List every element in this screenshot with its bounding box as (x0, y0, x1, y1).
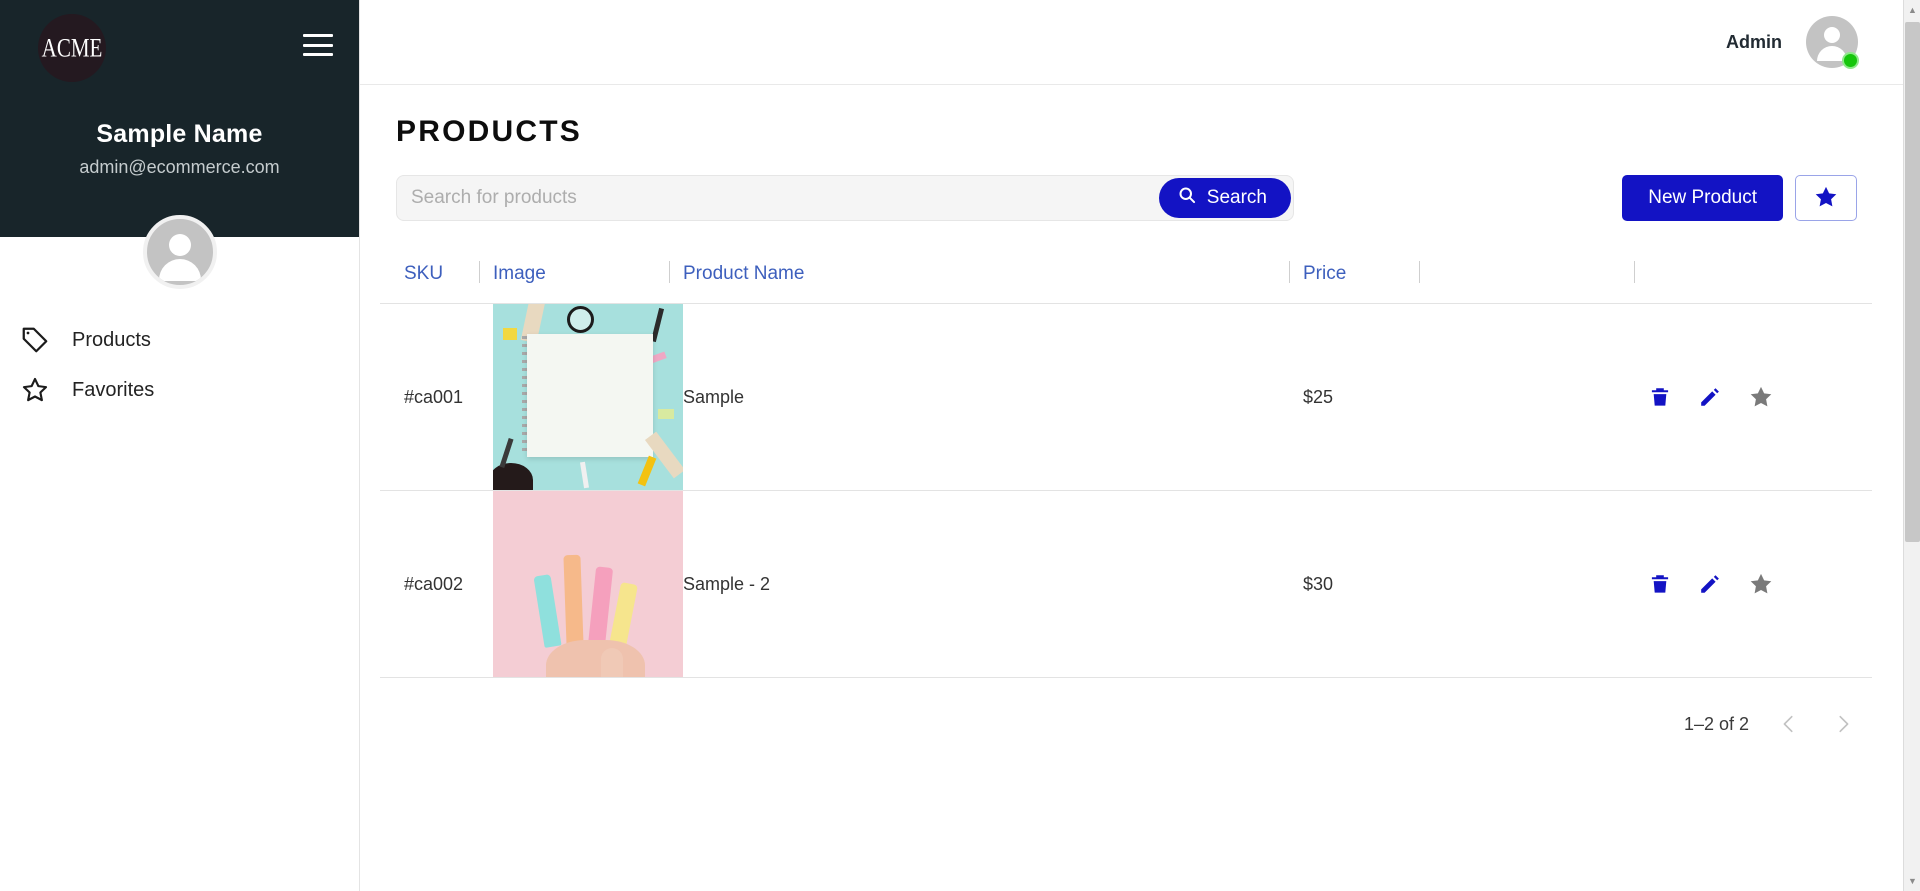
scroll-down-arrow-icon[interactable]: ▼ (1904, 871, 1920, 891)
app-root: ACME Sample Name admin@ecommerce.com Pro… (0, 0, 1920, 891)
acme-logo[interactable]: ACME (38, 14, 106, 82)
edit-icon[interactable] (1698, 572, 1722, 596)
column-header-blank-2 (1634, 251, 1872, 304)
column-header-price[interactable]: Price (1289, 251, 1433, 304)
products-table: SKU Image Product Name Price #ca001 Samp… (380, 251, 1872, 678)
avatar-head-shape (168, 234, 191, 256)
search-button[interactable]: Search (1158, 178, 1291, 218)
avatar-body-shape (158, 259, 201, 281)
content: PRODUCTS Search New (360, 85, 1920, 738)
toolbar: Search New Product (396, 175, 1872, 221)
avatar-head-shape (1824, 27, 1840, 43)
avatar[interactable] (1806, 16, 1859, 69)
sidebar-avatar[interactable] (142, 215, 217, 289)
star-outline-icon (18, 373, 52, 407)
table-row[interactable]: #ca002 Sample - 2 $30 (380, 490, 1872, 678)
toolbar-actions: New Product (1622, 175, 1857, 221)
chevron-left-icon[interactable] (1775, 710, 1803, 738)
column-header-image[interactable]: Image (479, 251, 683, 304)
table-header: SKU Image Product Name Price (380, 251, 1872, 304)
favorite-icon[interactable] (1748, 384, 1774, 410)
pagination-range-label: 1–2 of 2 (1683, 713, 1749, 734)
table-header-row: SKU Image Product Name Price (380, 251, 1872, 304)
page-scrollbar[interactable]: ▲ ▼ (1903, 0, 1920, 891)
column-header-sku[interactable]: SKU (380, 251, 493, 304)
sidebar-item-favorites[interactable]: Favorites (0, 365, 359, 415)
favorites-filter-button[interactable] (1795, 175, 1857, 221)
edit-icon[interactable] (1698, 385, 1722, 409)
column-header-product-name[interactable]: Product Name (669, 251, 1303, 304)
cell-price: $30 (1303, 490, 1433, 678)
cell-product-name: Sample - 2 (683, 490, 1303, 678)
cell-actions (1648, 490, 1872, 678)
sidebar-user-name: Sample Name (96, 120, 263, 148)
column-header-blank-1 (1419, 251, 1648, 304)
topbar: Admin (360, 0, 1920, 85)
row-action-group (1648, 384, 1872, 410)
chevron-right-icon[interactable] (1829, 710, 1857, 738)
favorite-icon[interactable] (1748, 571, 1774, 597)
main-area: Admin PRODUCTS Search for products Searc… (360, 0, 1920, 891)
cell-price: $25 (1303, 303, 1433, 491)
delete-icon[interactable] (1648, 385, 1672, 409)
cell-sku: #ca001 (380, 303, 493, 491)
admin-label: Admin (1726, 31, 1782, 52)
sidebar-item-products[interactable]: Products (0, 315, 359, 365)
scroll-up-arrow-icon[interactable]: ▲ (1904, 0, 1920, 20)
table-body: #ca001 Sample $25 #ca002 Sample - 2 $30 (380, 303, 1872, 678)
cell-product-name: Sample (683, 303, 1303, 491)
delete-icon[interactable] (1648, 572, 1672, 596)
cell-image (493, 303, 683, 491)
sidebar: ACME Sample Name admin@ecommerce.com Pro… (0, 0, 360, 891)
cell-blank-1 (1433, 303, 1648, 491)
product-thumbnail-pink-pastel-highlighters (493, 491, 683, 677)
sidebar-item-label-favorites: Favorites (72, 378, 155, 401)
row-action-group (1648, 571, 1872, 597)
brand-row: ACME (0, 14, 359, 92)
page-title: PRODUCTS (396, 115, 582, 148)
pagination: 1–2 of 2 (380, 678, 1872, 738)
cell-actions (1648, 303, 1872, 491)
logo-text: ACME (41, 32, 103, 63)
scrollbar-thumb[interactable] (1905, 22, 1920, 542)
cell-image (493, 490, 683, 678)
new-product-button[interactable]: New Product (1622, 175, 1783, 221)
search-bar: Search (396, 175, 1294, 221)
search-icon (1177, 185, 1197, 211)
tag-icon (18, 323, 52, 357)
cell-blank-1 (1433, 490, 1648, 678)
sidebar-user-email: admin@ecommerce.com (79, 157, 280, 177)
sidebar-header: ACME Sample Name admin@ecommerce.com (0, 0, 359, 289)
cell-sku: #ca002 (380, 490, 493, 678)
sidebar-item-label-products: Products (72, 328, 151, 351)
table-row[interactable]: #ca001 Sample $25 (380, 303, 1872, 491)
hamburger-icon[interactable] (303, 34, 333, 56)
star-filled-icon (1813, 184, 1839, 213)
status-badge-online (1842, 52, 1859, 69)
product-thumbnail-mint-flatlay-notebook (493, 304, 683, 490)
search-button-label: Search (1206, 187, 1267, 208)
